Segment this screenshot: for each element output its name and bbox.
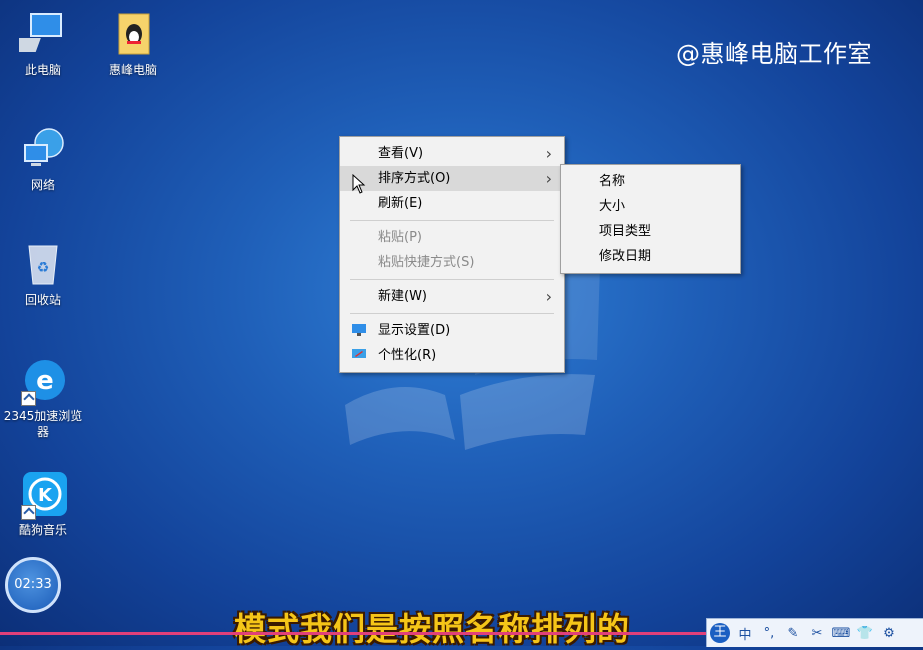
submenu-item-name[interactable]: 名称 bbox=[561, 169, 740, 194]
kugou-music-icon: K bbox=[19, 470, 67, 520]
chevron-right-icon: › bbox=[545, 169, 552, 188]
ime-settings-icon[interactable]: ⚙ bbox=[877, 626, 901, 641]
recycle-bin-icon: ♻ bbox=[19, 240, 67, 288]
browser-2345-icon: e bbox=[19, 356, 67, 406]
desktop-icon-label: 酷狗音乐 bbox=[18, 523, 67, 537]
menu-item-label: 粘贴(P) bbox=[378, 230, 422, 245]
desktop-icon-recycle-bin[interactable]: ♻ 回收站 bbox=[3, 240, 83, 308]
chevron-right-icon: › bbox=[545, 287, 552, 306]
menu-item-label: 排序方式(O) bbox=[378, 171, 451, 186]
desktop-context-menu: 查看(V) › 排序方式(O) › 刷新(E) 粘贴(P) 粘贴快捷方式(S) … bbox=[339, 136, 565, 373]
video-subtitle: 模式我们是按照名称排列的 bbox=[234, 610, 631, 648]
ime-wubi-icon[interactable]: 王 bbox=[710, 623, 730, 643]
chevron-right-icon: › bbox=[545, 144, 552, 163]
display-settings-icon bbox=[352, 324, 366, 336]
ime-handwriting-icon[interactable]: ✎ bbox=[781, 626, 805, 641]
svg-text:e: e bbox=[36, 366, 54, 396]
menu-item-label: 粘贴快捷方式(S) bbox=[378, 255, 475, 270]
menu-item-new[interactable]: 新建(W) › bbox=[340, 284, 564, 309]
submenu-item-date-modified[interactable]: 修改日期 bbox=[561, 244, 740, 269]
menu-item-display-settings[interactable]: 显示设置(D) bbox=[340, 318, 564, 343]
svg-text:K: K bbox=[38, 485, 53, 506]
ime-punctuation-icon[interactable]: °, bbox=[757, 626, 781, 641]
menu-item-sort-by[interactable]: 排序方式(O) › bbox=[340, 166, 564, 191]
network-icon bbox=[19, 125, 67, 173]
menu-item-paste-shortcut: 粘贴快捷方式(S) bbox=[340, 250, 564, 275]
ime-chinese-mode-icon[interactable]: 中 bbox=[733, 624, 757, 643]
menu-item-refresh[interactable]: 刷新(E) bbox=[340, 191, 564, 216]
sort-submenu: 名称 大小 项目类型 修改日期 bbox=[560, 164, 741, 274]
desktop-icon-label: 网络 bbox=[30, 178, 55, 192]
submenu-item-size[interactable]: 大小 bbox=[561, 194, 740, 219]
desktop-icon-label: 2345加速浏览器 bbox=[3, 409, 83, 439]
menu-separator bbox=[350, 279, 554, 280]
shortcut-arrow-icon bbox=[21, 391, 36, 406]
floating-clock-widget[interactable]: 02:33 bbox=[5, 557, 61, 613]
personalize-icon bbox=[352, 349, 366, 358]
ime-toolbar: 王 中 °, ✎ ✂ ⌨ 👕 ⚙ bbox=[706, 618, 923, 647]
desktop-icon-this-pc[interactable]: 此电脑 bbox=[3, 10, 83, 78]
ime-skin-icon[interactable]: 👕 bbox=[853, 626, 877, 641]
menu-item-paste: 粘贴(P) bbox=[340, 225, 564, 250]
desktop-icon-2345-browser[interactable]: e 2345加速浏览器 bbox=[3, 356, 83, 440]
submenu-item-type[interactable]: 项目类型 bbox=[561, 219, 740, 244]
desktop-icon-label: 回收站 bbox=[24, 293, 61, 307]
ime-keyboard-icon[interactable]: ⌨ bbox=[829, 626, 853, 641]
ime-screenshot-icon[interactable]: ✂ bbox=[805, 626, 829, 641]
desktop-icon-network[interactable]: 网络 bbox=[3, 125, 83, 193]
desktop-icon-label: 此电脑 bbox=[24, 63, 61, 77]
menu-item-label: 刷新(E) bbox=[378, 196, 423, 211]
watermark-text: @惠峰电脑工作室 bbox=[676, 40, 872, 68]
menu-separator bbox=[350, 220, 554, 221]
menu-item-personalize[interactable]: 个性化(R) bbox=[340, 343, 564, 368]
menu-item-label: 个性化(R) bbox=[378, 348, 437, 363]
desktop-icon-qq-folder[interactable]: 惠峰电脑 bbox=[93, 10, 173, 78]
menu-item-label: 显示设置(D) bbox=[378, 323, 451, 338]
desktop-icon-kugou[interactable]: K 酷狗音乐 bbox=[3, 470, 83, 538]
this-pc-icon bbox=[9, 10, 67, 58]
svg-text:♻: ♻ bbox=[37, 260, 50, 276]
menu-item-label: 查看(V) bbox=[378, 146, 424, 161]
menu-separator bbox=[350, 313, 554, 314]
shortcut-arrow-icon bbox=[21, 505, 36, 520]
menu-item-view[interactable]: 查看(V) › bbox=[340, 141, 564, 166]
qq-folder-icon bbox=[109, 10, 157, 58]
mouse-cursor-icon bbox=[352, 174, 366, 194]
menu-item-label: 新建(W) bbox=[378, 289, 427, 304]
desktop-icon-label: 惠峰电脑 bbox=[108, 63, 157, 77]
